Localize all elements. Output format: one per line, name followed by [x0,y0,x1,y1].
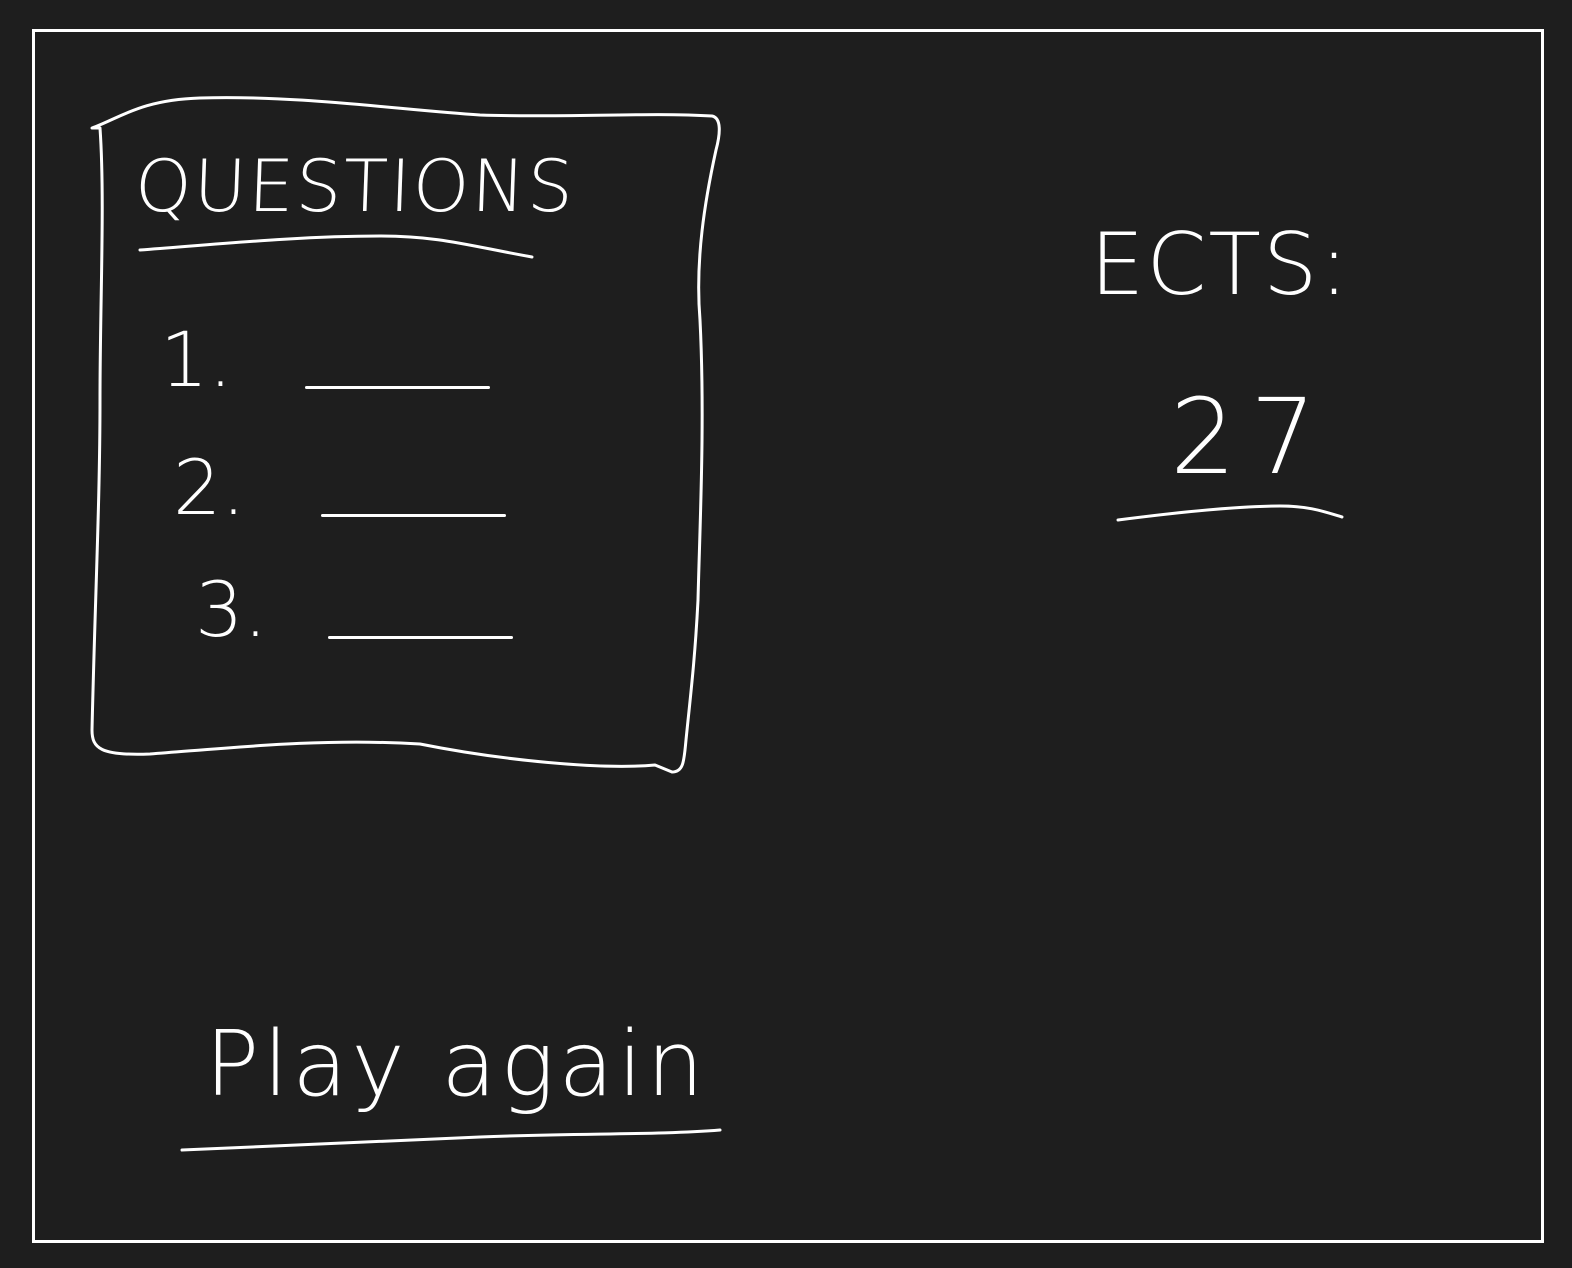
question-number: 1. [160,315,233,404]
question-blank-line [305,386,490,389]
question-number: 2. [173,443,246,532]
questions-title: QUESTIONS [133,144,577,228]
ects-label: ECTS: [1090,215,1351,315]
question-blank-line [328,636,513,639]
play-again-button[interactable]: Play again [205,1020,718,1130]
question-item-1[interactable]: 1. [160,322,520,412]
question-item-2[interactable]: 2. [173,450,533,540]
question-item-3[interactable]: 3. [195,572,555,662]
question-blank-line [321,514,506,517]
question-number: 3. [195,565,268,654]
ects-value: 27 [1170,376,1331,498]
